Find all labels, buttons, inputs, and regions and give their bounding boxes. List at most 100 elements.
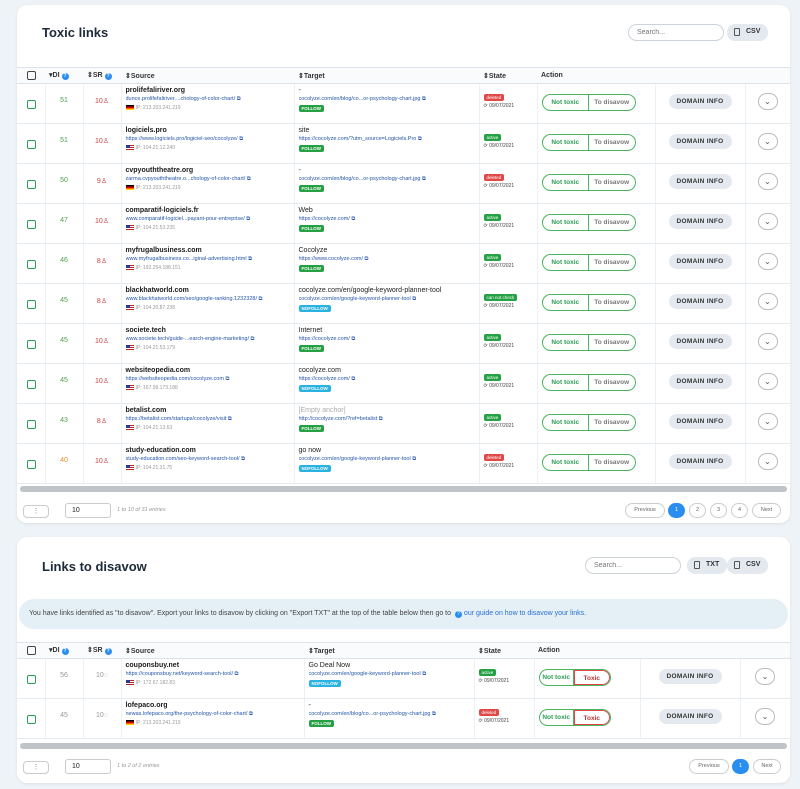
help-icon[interactable]: ? xyxy=(61,73,69,80)
refresh-icon[interactable]: ⟳ xyxy=(484,223,488,229)
page-size-select[interactable]: 10 xyxy=(65,759,111,774)
expand-row-button[interactable]: ⌄ xyxy=(757,333,778,350)
page-button-2[interactable]: 2 xyxy=(689,503,706,518)
refresh-icon[interactable]: ⟳ xyxy=(484,143,488,149)
source-url-link[interactable]: https://couponsbuy.net/keyword-search-to… xyxy=(126,671,300,678)
action-toggle[interactable]: Not toxic To disavow xyxy=(541,214,636,231)
expand-row-button[interactable]: ⌄ xyxy=(757,133,778,150)
row-checkbox[interactable] xyxy=(27,180,36,189)
target-url-link[interactable]: https://www.cocolyze.com/ ⧉ xyxy=(299,256,475,263)
not-toxic-button[interactable]: Not toxic xyxy=(543,215,589,230)
expand-row-button[interactable]: ⌄ xyxy=(757,413,778,430)
not-toxic-button[interactable]: Not toxic xyxy=(543,255,589,270)
sr-header[interactable]: ⇕SR? xyxy=(83,67,121,84)
target-url-link[interactable]: https://cocolyze.com/ ⧉ xyxy=(299,336,475,343)
source-url-link[interactable]: www.societe.tech/guide-...earch-engine-m… xyxy=(126,336,290,343)
source-header[interactable]: ⇕Source xyxy=(121,67,294,84)
domain-info-button[interactable]: DOMAIN INFO xyxy=(668,414,732,429)
help-icon[interactable]: ? xyxy=(104,73,112,80)
next-page-button[interactable]: Next xyxy=(753,759,781,774)
source-url-link[interactable]: newas.lofepaco.org/the-psychology-of-col… xyxy=(126,711,300,718)
refresh-icon[interactable]: ⟳ xyxy=(484,103,488,109)
not-toxic-button[interactable]: Not toxic xyxy=(540,670,574,685)
not-toxic-button[interactable]: Not toxic xyxy=(543,335,589,350)
di-header[interactable]: ▾DI? xyxy=(45,642,83,659)
source-url-link[interactable]: zarma.cvpyouththeatre.o...chology-of-col… xyxy=(126,176,290,183)
row-checkbox[interactable] xyxy=(27,340,36,349)
not-toxic-button[interactable]: Not toxic xyxy=(543,375,589,390)
source-url-link[interactable]: www.blackhatworld.com/seo/google-ranking… xyxy=(126,296,290,303)
row-checkbox[interactable] xyxy=(27,220,36,229)
expand-row-button[interactable]: ⌄ xyxy=(757,213,778,230)
source-url-link[interactable]: study-education.com/seo-keyword-search-t… xyxy=(126,456,290,463)
domain-info-button[interactable]: DOMAIN INFO xyxy=(668,134,732,149)
action-toggle[interactable]: Not toxic Toxic xyxy=(538,669,611,686)
expand-row-button[interactable]: ⌄ xyxy=(757,253,778,270)
not-toxic-button[interactable]: Not toxic xyxy=(543,135,589,150)
sr-header[interactable]: ⇕SR? xyxy=(83,642,121,659)
target-url-link[interactable]: cocolyze.com/en/blog/co...or-psychology-… xyxy=(299,96,475,103)
page-button-1[interactable]: 1 xyxy=(732,759,749,774)
page-size-select[interactable]: 10 xyxy=(65,503,111,518)
row-checkbox[interactable] xyxy=(27,715,36,724)
action-toggle[interactable]: Not toxic Toxic xyxy=(538,709,611,726)
not-toxic-button[interactable]: Not toxic xyxy=(540,710,574,725)
refresh-icon[interactable]: ⟳ xyxy=(479,678,483,684)
horizontal-scrollbar[interactable] xyxy=(20,743,787,749)
toxic-search-input[interactable] xyxy=(628,24,724,41)
horizontal-scrollbar[interactable] xyxy=(20,486,787,492)
di-header[interactable]: ▾DI? xyxy=(45,67,83,84)
refresh-icon[interactable]: ⟳ xyxy=(484,383,488,389)
row-checkbox[interactable] xyxy=(27,460,36,469)
domain-info-button[interactable]: DOMAIN INFO xyxy=(668,214,732,229)
target-header[interactable]: ⇕Target xyxy=(304,642,474,659)
expand-row-button[interactable]: ⌄ xyxy=(755,708,775,725)
target-url-link[interactable]: http://cocolyze.com/?ref=betalist ⧉ xyxy=(299,416,475,423)
not-toxic-button[interactable]: Not toxic xyxy=(543,175,589,190)
source-url-link[interactable]: https://websiteopedia.com/cocolyze.com ⧉ xyxy=(126,376,290,383)
next-page-button[interactable]: Next xyxy=(752,503,781,518)
to-disavow-button[interactable]: To disavow xyxy=(589,455,635,470)
domain-info-button[interactable]: DOMAIN INFO xyxy=(668,334,732,349)
row-checkbox[interactable] xyxy=(27,300,36,309)
target-url-link[interactable]: cocolyze.com/en/google-keyword-planner-t… xyxy=(299,296,475,303)
expand-row-button[interactable]: ⌄ xyxy=(757,453,778,470)
previous-page-button[interactable]: Previous xyxy=(625,503,665,518)
expand-row-button[interactable]: ⌄ xyxy=(757,173,778,190)
to-disavow-button[interactable]: To disavow xyxy=(589,375,635,390)
action-toggle[interactable]: Not toxic To disavow xyxy=(541,334,636,351)
page-button-3[interactable]: 3 xyxy=(710,503,727,518)
toxic-button[interactable]: Toxic xyxy=(574,710,610,725)
disavow-txt-button[interactable]: TXT xyxy=(687,557,728,574)
row-checkbox[interactable] xyxy=(27,420,36,429)
to-disavow-button[interactable]: To disavow xyxy=(589,335,635,350)
row-checkbox[interactable] xyxy=(27,380,36,389)
target-url-link[interactable]: cocolyze.com/en/blog/co...or-psychology-… xyxy=(309,711,470,718)
refresh-icon[interactable]: ⟳ xyxy=(484,183,488,189)
disavow-csv-button[interactable]: CSV xyxy=(727,557,769,574)
page-options-toggle[interactable]: ⋮ xyxy=(23,761,49,774)
row-checkbox[interactable] xyxy=(27,675,36,684)
refresh-icon[interactable]: ⟳ xyxy=(484,463,488,469)
row-checkbox[interactable] xyxy=(27,100,36,109)
to-disavow-button[interactable]: To disavow xyxy=(589,255,635,270)
domain-info-button[interactable]: DOMAIN INFO xyxy=(658,709,722,724)
target-url-link[interactable]: cocolyze.com/en/google-keyword-planner-t… xyxy=(299,456,475,463)
action-toggle[interactable]: Not toxic To disavow xyxy=(541,374,636,391)
toxic-csv-button[interactable]: CSV xyxy=(727,24,769,41)
domain-info-button[interactable]: DOMAIN INFO xyxy=(668,254,732,269)
to-disavow-button[interactable]: To disavow xyxy=(589,95,635,110)
select-all-checkbox[interactable] xyxy=(27,646,36,655)
source-header[interactable]: ⇕Source xyxy=(121,642,304,659)
refresh-icon[interactable]: ⟳ xyxy=(484,303,488,309)
source-url-link[interactable]: https://betalist.com/startups/cocolyze/v… xyxy=(126,416,290,423)
not-toxic-button[interactable]: Not toxic xyxy=(543,455,589,470)
to-disavow-button[interactable]: To disavow xyxy=(589,415,635,430)
not-toxic-button[interactable]: Not toxic xyxy=(543,295,589,310)
state-header[interactable]: ⇕State xyxy=(479,67,537,84)
source-url-link[interactable]: www.comparatif-logiciel...payant-pour-en… xyxy=(126,216,290,223)
page-button-4[interactable]: 4 xyxy=(731,503,748,518)
refresh-icon[interactable]: ⟳ xyxy=(484,343,488,349)
toxic-button[interactable]: Toxic xyxy=(574,670,610,685)
domain-info-button[interactable]: DOMAIN INFO xyxy=(668,294,732,309)
